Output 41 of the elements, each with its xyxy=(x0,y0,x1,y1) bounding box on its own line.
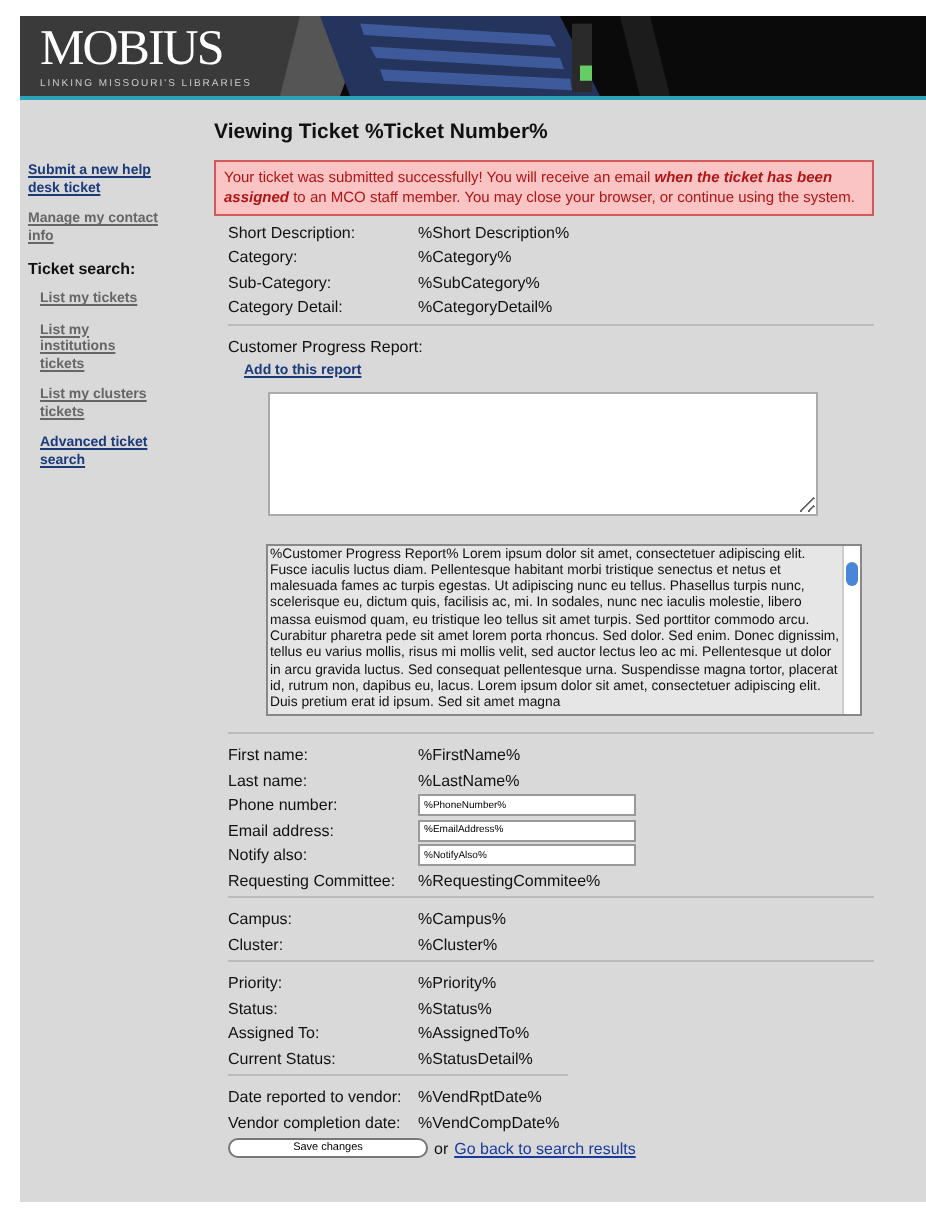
field-value: %Category% xyxy=(418,248,512,267)
field-value: %FirstName% xyxy=(418,746,521,765)
field-value: %Short Description% xyxy=(418,223,570,242)
field-value: %VendCompDate% xyxy=(418,1113,560,1132)
page-title: Viewing Ticket %Ticket Number% xyxy=(214,120,550,144)
scrollbar[interactable] xyxy=(842,545,860,715)
field-value: %SubCategory% xyxy=(418,273,540,292)
field-label: Date reported to vendor: xyxy=(228,1088,404,1107)
field-value: %StatusDetail% xyxy=(418,1049,533,1068)
field-label: Notify also: xyxy=(228,846,310,865)
logo-text: MOBIUS xyxy=(40,24,223,74)
field-label: Vendor completion date: xyxy=(228,1113,403,1132)
field-label: Sub-Category: xyxy=(228,273,334,292)
field-label: Email address: xyxy=(228,821,336,840)
field-label: Category: xyxy=(228,248,300,267)
field-value: %CategoryDetail% xyxy=(418,298,553,317)
field-label: Priority: xyxy=(228,974,285,993)
field-value: %Status% xyxy=(418,999,492,1018)
field-label: Short Description: xyxy=(228,223,358,242)
field-label: Campus: xyxy=(228,910,295,929)
field-label: First name: xyxy=(228,746,311,765)
back-link[interactable]: Go back to search results xyxy=(454,1139,636,1158)
field-label: Current Status: xyxy=(228,1049,338,1068)
field-value: %Cluster% xyxy=(418,935,498,954)
field-label: Requesting Committee: xyxy=(228,871,398,890)
field-label: Last name: xyxy=(228,771,310,790)
field-label: Customer Progress Report: xyxy=(228,337,423,356)
field-value: %RequestingCommitee% xyxy=(418,871,601,890)
or-text: or xyxy=(434,1139,449,1158)
sidebar-heading: Ticket search: xyxy=(28,260,138,278)
field-label: Status: xyxy=(228,999,280,1018)
field-value: %LastName% xyxy=(418,771,520,790)
report-input-field[interactable] xyxy=(268,391,818,515)
field-label: Phone number: xyxy=(228,796,340,815)
field-label: Assigned To: xyxy=(228,1024,322,1043)
field-label: Category Detail: xyxy=(228,298,345,317)
field-label: Cluster: xyxy=(228,935,286,954)
field-value: %Campus% xyxy=(418,910,507,929)
field-value: %AssignedTo% xyxy=(418,1024,530,1043)
field-value: %VendRptDate% xyxy=(418,1088,542,1107)
field-value: %Priority% xyxy=(418,974,497,993)
